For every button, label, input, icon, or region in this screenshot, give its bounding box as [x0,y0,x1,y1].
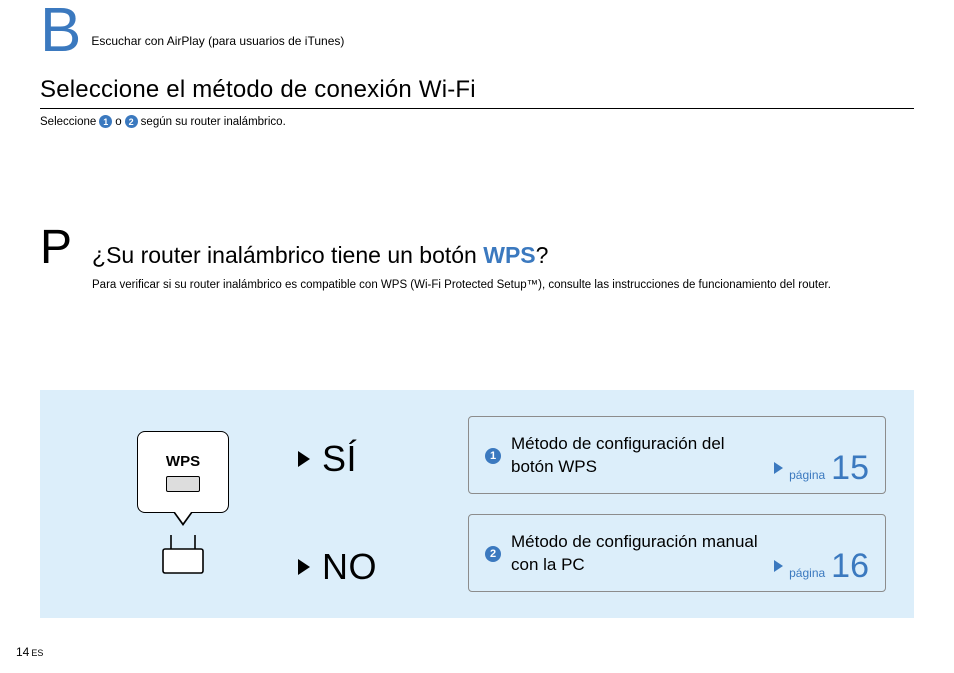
page-label: página [789,468,825,482]
section-header: B Escuchar con AirPlay (para usuarios de… [40,0,914,62]
question-block: P ¿Su router inalámbrico tiene un botón … [40,224,914,291]
instruction-mid: o [115,116,121,128]
wps-callout: WPS [137,431,229,513]
option-card-1[interactable]: 1 Método de configuración del botón WPS … [468,416,886,494]
section-letter: B [40,0,79,62]
option-2-text: Método de configuración manual con la PC [511,531,771,577]
question-letter: P [40,224,70,272]
wps-keyword: WPS [483,242,535,268]
option-card-2[interactable]: 2 Método de configuración manual con la … [468,514,886,592]
yes-row: SÍ [298,438,468,480]
callout-tail-icon [173,512,193,526]
yes-label: SÍ [322,438,357,480]
page-footer: 14 ES [16,645,43,659]
wps-button-icon [166,476,200,492]
footer-lang: ES [31,648,43,658]
footer-page-number: 14 [16,645,29,659]
section-subtitle: Escuchar con AirPlay (para usuarios de i… [91,34,344,48]
option-cards: 1 Método de configuración del botón WPS … [468,416,886,592]
triangle-right-icon [774,560,783,572]
question-post: ? [536,242,549,268]
yes-no-column: SÍ NO [298,420,468,588]
option-1-text: Método de configuración del botón WPS [511,433,771,479]
question-note: Para verificar si su router inalámbrico … [92,279,831,291]
page-number: 16 [831,549,869,583]
wps-callout-label: WPS [166,453,200,470]
badge-1-icon: 1 [485,448,501,464]
page-link-16[interactable]: página 16 [774,549,869,583]
page-title: Seleccione el método de conexión Wi-Fi [40,76,914,104]
instruction-pre: Seleccione [40,116,96,128]
page-number: 15 [831,451,869,485]
options-panel: WPS SÍ NO 1 [40,390,914,618]
question-text: ¿Su router inalámbrico tiene un botón WP… [92,242,831,269]
triangle-right-icon [298,451,310,467]
no-label: NO [322,546,377,588]
badge-2-icon: 2 [485,546,501,562]
no-row: NO [298,546,468,588]
instruction-line: Seleccione 1 o 2 según su router inalámb… [40,115,914,128]
router-diagram: WPS [68,431,298,577]
badge-2-icon: 2 [125,115,138,128]
badge-1-icon: 1 [99,115,112,128]
question-pre: ¿Su router inalámbrico tiene un botón [92,242,483,268]
page-label: página [789,566,825,580]
instruction-post: según su router inalámbrico. [141,116,286,128]
page-link-15[interactable]: página 15 [774,451,869,485]
triangle-right-icon [298,559,310,575]
title-rule [40,108,914,109]
router-icon [159,533,207,577]
triangle-right-icon [774,462,783,474]
